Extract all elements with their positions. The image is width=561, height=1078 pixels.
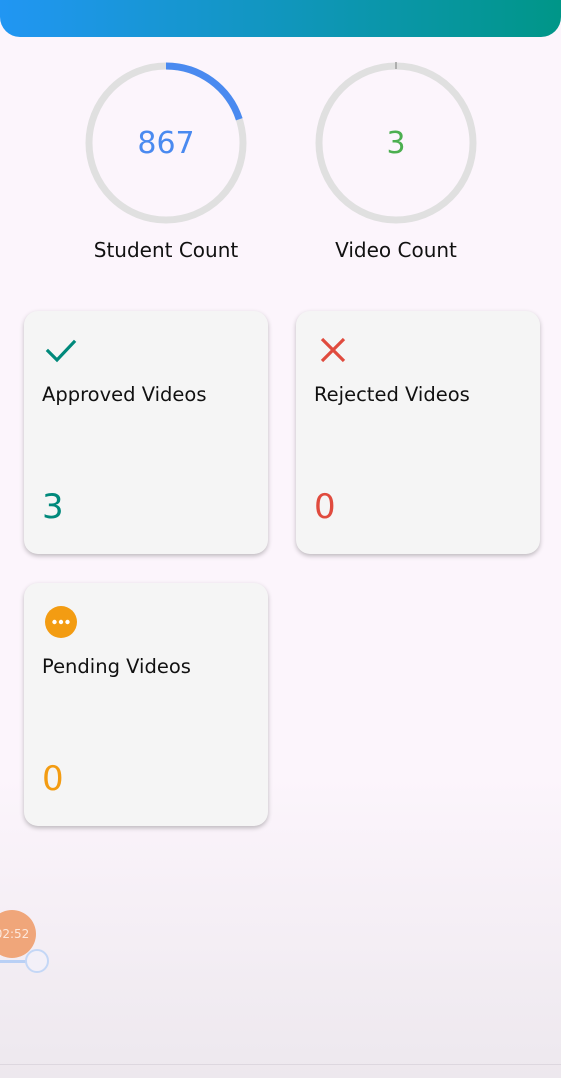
pending-videos-count: 0 bbox=[42, 759, 64, 799]
student-count-ring: 867 bbox=[83, 60, 249, 226]
pending-videos-title: Pending Videos bbox=[42, 655, 191, 678]
video-count-label: Video Count bbox=[335, 238, 457, 262]
check-icon bbox=[45, 339, 77, 363]
student-count-value: 867 bbox=[137, 125, 195, 161]
rejected-videos-title: Rejected Videos bbox=[314, 383, 470, 406]
approved-videos-title: Approved Videos bbox=[42, 383, 207, 406]
more-horizontal-icon bbox=[45, 606, 77, 638]
rejected-videos-card[interactable]: Rejected Videos 0 bbox=[296, 311, 540, 554]
student-count-label: Student Count bbox=[93, 238, 239, 262]
close-icon bbox=[320, 337, 346, 363]
video-count-ring: 3 bbox=[313, 60, 479, 226]
approved-videos-card[interactable]: Approved Videos 3 bbox=[24, 311, 268, 554]
video-count-value: 3 bbox=[386, 125, 406, 161]
bottom-divider bbox=[0, 1064, 561, 1065]
pending-videos-card[interactable]: Pending Videos 0 bbox=[24, 583, 268, 826]
rejected-videos-count: 0 bbox=[314, 487, 336, 527]
app-header-bar bbox=[0, 0, 561, 37]
recording-seek-handle[interactable] bbox=[25, 949, 49, 973]
approved-videos-count: 3 bbox=[42, 487, 64, 527]
